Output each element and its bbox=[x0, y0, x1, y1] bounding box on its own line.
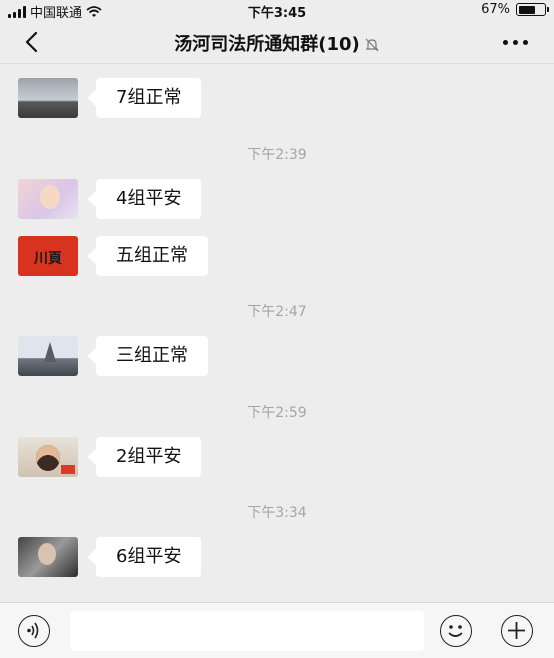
chat-title: 汤河司法所通知群(10) bbox=[0, 30, 554, 56]
voice-input-button[interactable] bbox=[18, 615, 50, 647]
plus-icon bbox=[508, 622, 525, 639]
clock: 下午3:45 bbox=[247, 6, 307, 21]
message-row: 4组平安 bbox=[18, 179, 202, 219]
status-bar: 中国联通 下午3:45 67% bbox=[0, 0, 554, 21]
avatar[interactable] bbox=[18, 437, 78, 477]
message-row: 7组正常 bbox=[18, 78, 202, 118]
battery-fill bbox=[518, 5, 536, 14]
battery-icon bbox=[516, 3, 549, 16]
message-row: 2组平安 bbox=[18, 437, 202, 477]
avatar[interactable] bbox=[18, 179, 78, 219]
status-right: 67% bbox=[481, 2, 549, 17]
avatar-text: 川頁 bbox=[34, 251, 62, 267]
message-bubble[interactable]: 2组平安 bbox=[96, 437, 202, 477]
input-bar bbox=[0, 602, 554, 658]
message-bubble[interactable]: 五组正常 bbox=[96, 236, 208, 276]
message-row: 6组平安 bbox=[18, 537, 202, 577]
voice-icon bbox=[27, 622, 39, 639]
more-functions-button[interactable] bbox=[501, 615, 533, 647]
avatar[interactable] bbox=[18, 537, 78, 577]
avatar[interactable]: 川頁 bbox=[18, 236, 78, 276]
timestamp: 下午2:59 bbox=[247, 405, 307, 421]
more-options-icon[interactable] bbox=[503, 40, 528, 45]
message-bubble[interactable]: 三组正常 bbox=[96, 336, 208, 376]
message-bubble[interactable]: 4组平安 bbox=[96, 179, 202, 219]
message-input[interactable] bbox=[70, 611, 424, 651]
message-row: 三组正常 bbox=[18, 336, 208, 376]
chat-title-text: 汤河司法所通知群(10) bbox=[174, 34, 360, 55]
emoji-button[interactable] bbox=[440, 615, 472, 647]
message-bubble[interactable]: 7组正常 bbox=[96, 78, 202, 118]
emoji-icon bbox=[448, 625, 463, 637]
avatar[interactable] bbox=[18, 78, 78, 118]
timestamp: 下午2:39 bbox=[247, 147, 307, 163]
battery-percent: 67% bbox=[481, 2, 510, 17]
avatar[interactable] bbox=[18, 336, 78, 376]
flag-badge bbox=[61, 465, 75, 474]
timestamp: 下午2:47 bbox=[247, 304, 307, 320]
timestamp: 下午3:34 bbox=[247, 505, 307, 521]
message-bubble[interactable]: 6组平安 bbox=[96, 537, 202, 577]
mute-bell-icon bbox=[365, 38, 379, 52]
nav-bar: 汤河司法所通知群(10) bbox=[0, 20, 554, 64]
message-row: 川頁 五组正常 bbox=[18, 236, 208, 276]
